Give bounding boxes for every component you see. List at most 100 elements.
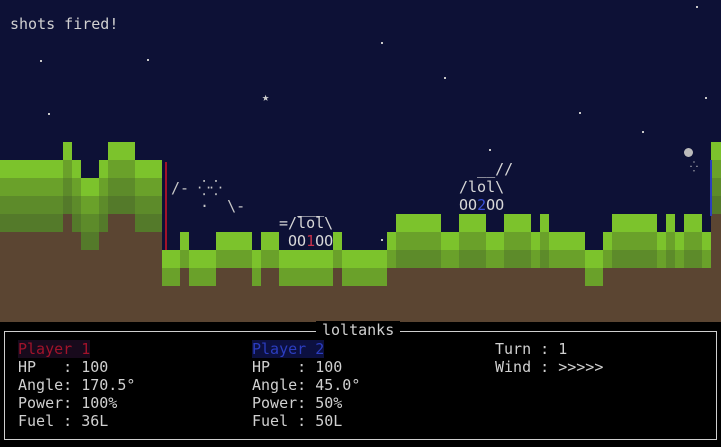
terrain-grass-band (603, 232, 612, 250)
terrain-grass-band (531, 250, 540, 268)
terrain-grass-band (261, 232, 279, 250)
terrain-grass-band (63, 178, 72, 196)
player2-power: Power: 50% (252, 394, 343, 412)
tank2-turret: /lol\ (459, 178, 505, 196)
terrain-grass-band (189, 268, 216, 286)
terrain-grass-band (108, 196, 135, 214)
terrain-grass-band (63, 142, 72, 160)
terrain-grass-band (675, 250, 684, 268)
terrain-grass-band (459, 250, 486, 268)
game-scene: shots fired! ★ ⁛ /- ⁛⁛ · \- ___ =/lol\ O… (0, 0, 721, 322)
terrain-grass-band (333, 250, 342, 268)
terrain-grass-band (459, 214, 486, 232)
terrain-grass-band (162, 268, 180, 286)
terrain-grass-band (684, 214, 702, 232)
terrain-grass-band (135, 178, 162, 196)
terrain-grass-band (63, 160, 72, 178)
terrain-grass-band (603, 250, 612, 268)
terrain-grass-band (612, 232, 657, 250)
terrain-grass-band (342, 268, 387, 286)
terrain-grass-band (99, 178, 108, 196)
terrain-grass-band (549, 250, 585, 268)
terrain-grass-band (486, 232, 504, 250)
terrain-grass-band (0, 178, 63, 196)
player2-hp: HP : 100 (252, 358, 343, 376)
terrain-grass-band (666, 250, 675, 268)
terrain-grass-band (396, 250, 441, 268)
terrain-grass-band (108, 142, 135, 160)
terrain-grass-band (99, 196, 108, 214)
player1-marker (165, 162, 167, 250)
terrain-grass-band (711, 196, 721, 214)
terrain-grass-band (135, 160, 162, 178)
terrain-grass-band (81, 232, 99, 250)
terrain-grass-band (486, 250, 504, 268)
panel-title: loltanks (316, 321, 401, 339)
terrain-grass-band (396, 232, 441, 250)
terrain-grass-band (441, 232, 459, 250)
terrain-grass-band (72, 196, 81, 214)
terrain-grass-band (162, 250, 180, 268)
terrain-grass-band (252, 250, 261, 268)
terrain-grass-band (216, 232, 252, 250)
terrain-grass-band (180, 232, 189, 250)
terrain-grass-band (0, 214, 63, 232)
terrain-grass-band (63, 196, 72, 214)
terrain-grass-band (459, 232, 486, 250)
terrain-grass-band (387, 232, 396, 250)
player2-fuel: Fuel : 50L (252, 412, 343, 430)
terrain-grass-band (72, 160, 81, 178)
player1-angle: Angle: 170.5° (18, 376, 136, 394)
terrain-grass-band (540, 250, 549, 268)
terrain-grass-band (81, 196, 99, 214)
player1-fuel: Fuel : 36L (18, 412, 109, 430)
terrain-grass-band (684, 250, 702, 268)
terrain-grass-band (684, 232, 702, 250)
terrain-grass-band (252, 268, 261, 286)
projectile-trail: /- ⁛⁛ (171, 179, 223, 197)
terrain-grass-band (504, 232, 531, 250)
terrain-grass-band (279, 250, 333, 268)
turn-indicator: Turn : 1 (495, 340, 568, 358)
terrain-grass-band (396, 214, 441, 232)
terrain-grass-band (108, 178, 135, 196)
terrain-grass-band (0, 196, 63, 214)
terrain-grass-band (333, 232, 342, 250)
terrain-grass-band (135, 214, 162, 232)
wind-indicator: Wind : >>>>> (495, 358, 604, 376)
terrain-grass-band (441, 250, 459, 268)
terrain-grass-band (657, 250, 666, 268)
tank1-turret: =/lol\ (279, 214, 334, 232)
terrain-grass-band (657, 232, 666, 250)
terrain-grass-band (261, 250, 279, 268)
player2-angle: Angle: 45.0° (252, 376, 361, 394)
terrain-grass-band (711, 142, 721, 160)
player2-marker (710, 160, 712, 216)
terrain-grass-band (612, 250, 657, 268)
terrain-grass-band (711, 178, 721, 196)
terrain-grass-band (387, 250, 396, 268)
terrain (0, 142, 721, 322)
terrain-grass-band (531, 232, 540, 250)
terrain-grass-band (675, 232, 684, 250)
terrain-grass-band (702, 250, 711, 268)
terrain-grass-band (612, 214, 657, 232)
terrain-grass-band (99, 214, 108, 232)
terrain-grass-band (585, 268, 603, 286)
terrain-grass-band (549, 232, 585, 250)
terrain-grass-band (81, 214, 99, 232)
terrain-grass-band (585, 250, 603, 268)
terrain-grass-band (342, 250, 387, 268)
tank1-treads: OO1OO (288, 232, 334, 250)
terrain-grass-band (540, 214, 549, 232)
terrain-grass-band (540, 232, 549, 250)
terrain-grass-band (180, 250, 189, 268)
terrain-grass-band (135, 196, 162, 214)
terrain-grass-band (0, 160, 63, 178)
terrain-grass-band (702, 232, 711, 250)
terrain-grass-band (504, 214, 531, 232)
terrain-grass-band (72, 214, 81, 232)
terrain-grass-band (72, 178, 81, 196)
terrain-grass-band (504, 250, 531, 268)
tank2-turret-top: __// (459, 160, 514, 178)
